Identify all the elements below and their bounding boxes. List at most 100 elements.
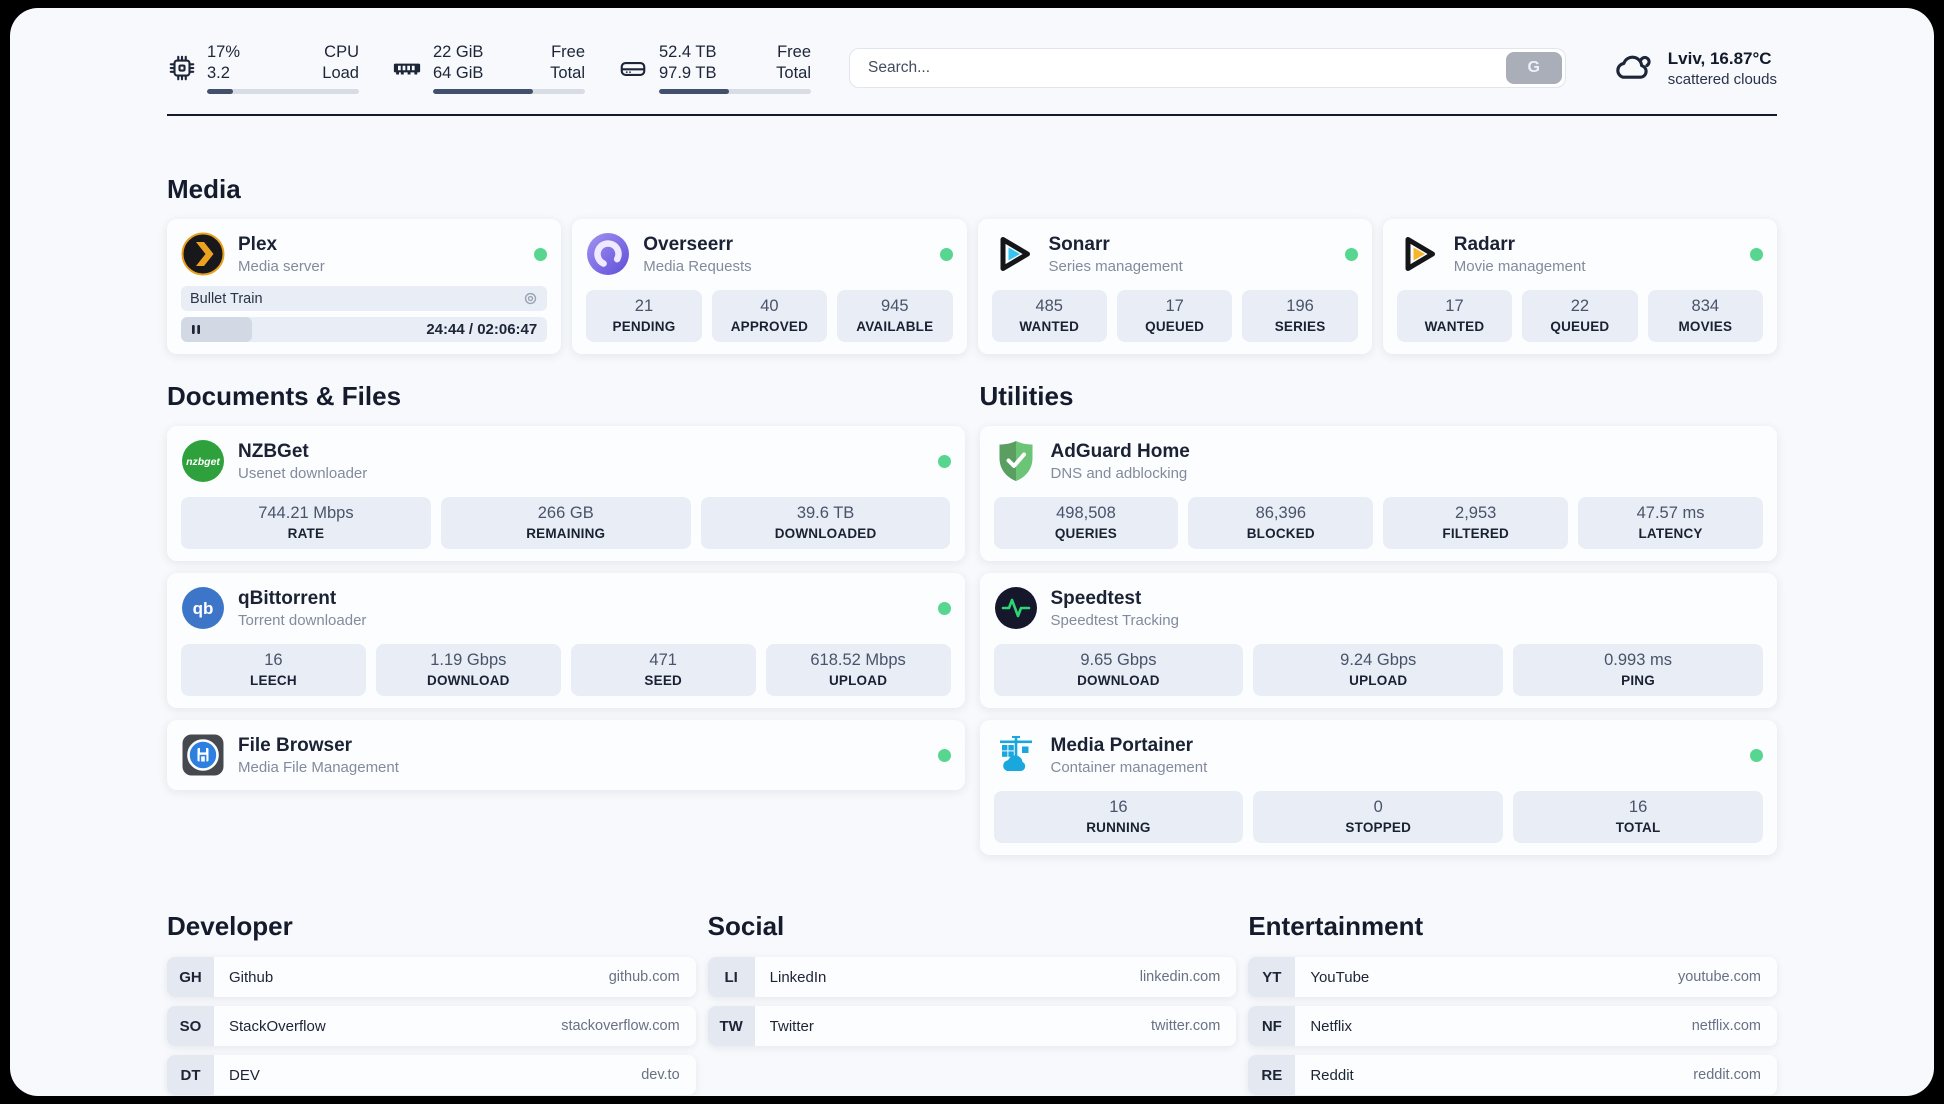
stat-movies: 834 MOVIES — [1647, 290, 1764, 342]
disk-widget: 52.4 TB 97.9 TB Free Total — [617, 42, 811, 95]
target-icon[interactable] — [523, 291, 538, 306]
bookmark-badge: DT — [167, 1055, 214, 1095]
section-developer: Developer GH Github github.com SO StackO… — [167, 911, 696, 1096]
section-title-media: Media — [167, 174, 241, 204]
now-playing-row: Bullet Train — [181, 286, 548, 311]
bookmark-name: Github — [229, 968, 274, 986]
section-title-utilities: Utilities — [979, 381, 1074, 411]
cloud-icon — [1610, 47, 1656, 90]
app-description: Media Requests — [643, 257, 752, 275]
bookmark-twitter[interactable]: TW Twitter twitter.com — [707, 1006, 1237, 1046]
stat-queued: 22 QUEUED — [1522, 290, 1638, 342]
bookmark-badge: GH — [167, 957, 214, 997]
app-description: Series management — [1048, 257, 1183, 275]
bookmark-github[interactable]: GH Github github.com — [167, 957, 696, 997]
svg-text:qb: qb — [193, 599, 214, 618]
hard-drive-icon — [617, 53, 649, 83]
app-card-qbittorrent[interactable]: qb qBittorrent Torrent downloader 16 LEE… — [167, 573, 965, 708]
bookmark-url: netflix.com — [1691, 1018, 1761, 1034]
bookmark-name: DEV — [229, 1066, 260, 1084]
bookmark-url: reddit.com — [1693, 1067, 1761, 1083]
adguard-icon — [994, 439, 1038, 483]
bookmark-dev[interactable]: DT DEV dev.to — [167, 1055, 696, 1095]
app-name: Speedtest — [1050, 587, 1142, 609]
dashboard-page: 17% 3.2 CPU Load 22 GiB 64 GiB Free Tota… — [10, 8, 1934, 1096]
cpu-values: 17% 3.2 — [207, 42, 241, 82]
bookmark-name: LinkedIn — [769, 968, 827, 986]
app-card-plex[interactable]: Plex Media server Bullet Train 24:44 / 0… — [167, 219, 562, 354]
section-title-entertainment: Entertainment — [1248, 911, 1424, 941]
app-card-overseerr[interactable]: Overseerr Media Requests 21 PENDING 40 A… — [572, 219, 967, 354]
bookmark-name: Twitter — [769, 1017, 814, 1035]
weather-location: Lviv, 16.87°C — [1667, 48, 1772, 68]
cpu-widget: 17% 3.2 CPU Load — [167, 42, 359, 95]
disk-values: 52.4 TB 97.9 TB — [659, 42, 717, 82]
bookmark-youtube[interactable]: YT YouTube youtube.com — [1248, 957, 1777, 997]
stat-download: 9.65 Gbps DOWNLOAD — [993, 644, 1244, 696]
bookmark-badge: YT — [1248, 957, 1296, 997]
memory-widget: 22 GiB 64 GiB Free Total — [391, 42, 585, 95]
app-name: qBittorrent — [238, 587, 337, 609]
qbittorrent-icon: qb — [181, 586, 225, 630]
app-name: File Browser — [238, 734, 353, 756]
playback-progress: 24:44 / 02:06:47 — [181, 317, 548, 342]
top-bar: 17% 3.2 CPU Load 22 GiB 64 GiB Free Tota… — [167, 38, 1777, 98]
memory-values: 22 GiB 64 GiB — [433, 42, 484, 82]
radarr-icon — [1397, 232, 1441, 276]
bookmark-netflix[interactable]: NF Netflix netflix.com — [1248, 1006, 1777, 1046]
section-entertainment: Entertainment YT YouTube youtube.com NF … — [1248, 911, 1777, 1096]
bookmark-reddit[interactable]: RE Reddit reddit.com — [1248, 1055, 1777, 1095]
playback-time: 24:44 / 02:06:47 — [426, 321, 538, 338]
disk-progress-bar — [659, 89, 811, 95]
app-name: Overseerr — [643, 233, 734, 255]
speedtest-icon — [994, 586, 1038, 630]
search-input[interactable] — [849, 48, 1566, 88]
filebrowser-icon — [181, 733, 225, 777]
bookmark-url: github.com — [608, 969, 680, 985]
app-card-radarr[interactable]: Radarr Movie management 17 WANTED 22 QUE… — [1382, 219, 1777, 354]
stat-queries: 498,508 QUERIES — [993, 497, 1179, 549]
status-dot — [1750, 748, 1763, 762]
stat-seed: 471 SEED — [570, 644, 756, 696]
now-playing-title: Bullet Train — [190, 290, 263, 307]
stat-running: 16 RUNNING — [993, 791, 1244, 843]
search-engine-button[interactable]: G — [1505, 52, 1562, 84]
ram-icon — [391, 53, 423, 83]
cpu-icon — [167, 53, 197, 83]
bookmark-url: stackoverflow.com — [561, 1018, 680, 1034]
bookmark-stackoverflow[interactable]: SO StackOverflow stackoverflow.com — [167, 1006, 696, 1046]
bookmark-url: dev.to — [641, 1067, 680, 1083]
stat-wanted: 485 WANTED — [991, 290, 1107, 342]
bookmark-badge: LI — [707, 957, 755, 997]
plex-icon — [181, 232, 225, 276]
nzbget-icon: nzbget — [181, 439, 225, 483]
app-name: AdGuard Home — [1050, 440, 1190, 462]
app-description: Media server — [238, 257, 325, 275]
status-dot — [1750, 247, 1763, 261]
bookmark-badge: SO — [167, 1006, 214, 1046]
stat-downloaded: 39.6 TB DOWNLOADED — [700, 497, 951, 549]
app-card-filebrowser[interactable]: File Browser Media File Management — [167, 720, 965, 790]
app-card-sonarr[interactable]: Sonarr Series management 485 WANTED 17 Q… — [977, 219, 1372, 354]
bookmark-linkedin[interactable]: LI LinkedIn linkedin.com — [707, 957, 1237, 997]
status-dot — [1344, 247, 1358, 261]
stat-leech: 16 LEECH — [181, 644, 366, 696]
stat-upload: 9.24 Gbps UPLOAD — [1253, 644, 1504, 696]
app-card-speedtest[interactable]: Speedtest Speedtest Tracking 9.65 Gbps D… — [979, 573, 1777, 708]
stat-available: 945 AVAILABLE — [837, 290, 953, 342]
app-card-portainer[interactable]: Media Portainer Container management 16 … — [979, 720, 1777, 855]
section-title-social: Social — [707, 911, 785, 941]
app-description: Usenet downloader — [238, 464, 368, 482]
app-card-adguard[interactable]: AdGuard Home DNS and adblocking 498,508 … — [979, 426, 1777, 561]
cpu-progress-bar — [207, 89, 359, 95]
stat-upload: 618.52 Mbps UPLOAD — [765, 644, 951, 696]
section-documents: Documents & Files nzbget NZBGet Usenet d… — [167, 381, 965, 790]
stat-total: 16 TOTAL — [1513, 791, 1763, 843]
app-description: Movie management — [1453, 257, 1586, 275]
app-name: NZBGet — [238, 440, 309, 462]
portainer-icon — [994, 733, 1038, 777]
app-description: Media File Management — [238, 758, 399, 776]
status-dot — [939, 247, 953, 261]
app-card-nzbget[interactable]: nzbget NZBGet Usenet downloader 744.21 M… — [167, 426, 965, 561]
stat-remaining: 266 GB REMAINING — [440, 497, 691, 549]
